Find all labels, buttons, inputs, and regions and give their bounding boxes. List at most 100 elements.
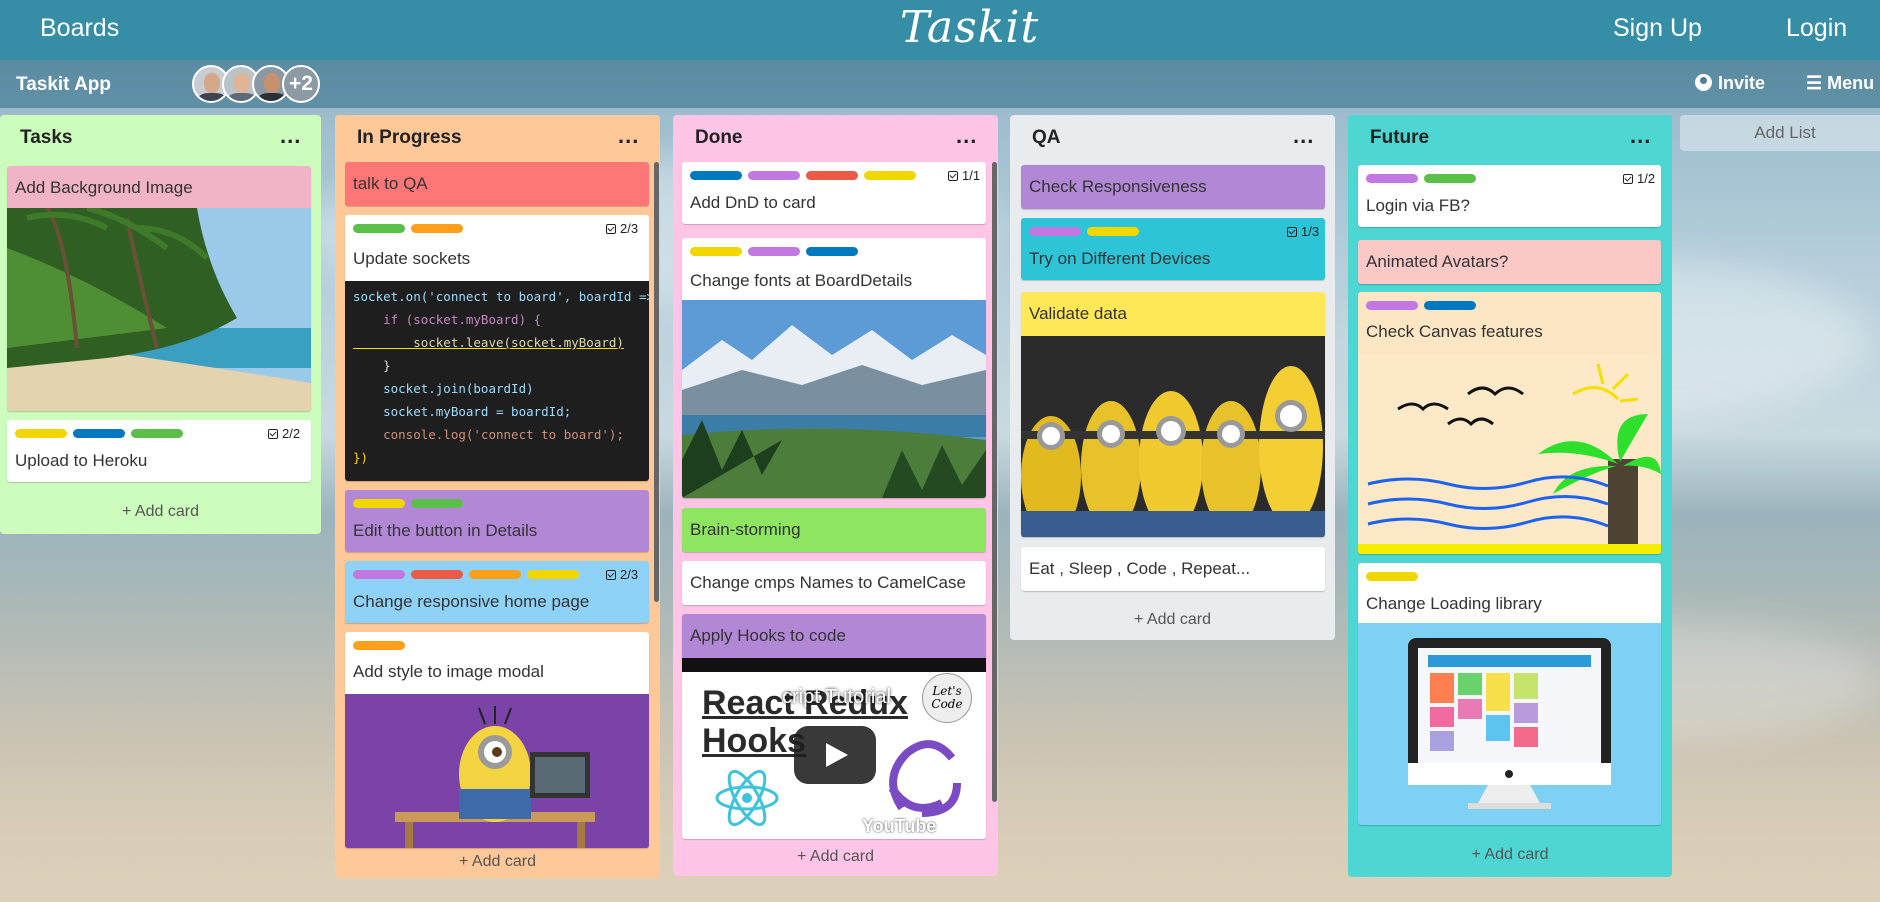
card-title: Brain-storming	[690, 520, 801, 539]
card[interactable]: 1/3 Try on Different Devices	[1021, 218, 1325, 280]
card-title: Animated Avatars?	[1366, 252, 1509, 271]
play-button[interactable]	[794, 726, 876, 784]
add-card-button[interactable]: + Add card	[673, 848, 998, 866]
label-green	[131, 429, 183, 438]
list-scrollbar[interactable]	[654, 162, 659, 602]
label-purple	[1366, 301, 1418, 310]
card[interactable]: Brain-storming	[682, 508, 986, 552]
code-line: socket.join(boardId)	[353, 381, 534, 396]
youtube-brand: YouTube	[862, 816, 937, 836]
card-title: Edit the button in Details	[353, 521, 538, 540]
card[interactable]: Change Loading library	[1358, 563, 1661, 825]
label-yellow	[690, 247, 742, 256]
menu-button[interactable]: ☰ Menu	[1806, 73, 1874, 94]
label-green	[411, 499, 463, 508]
code-line: socket.leave(socket.myBoard)	[353, 335, 624, 350]
list-menu-icon[interactable]: ...	[280, 123, 301, 149]
video-thumbnail[interactable]: React Redux Hooks cript Tutorial Let's Co…	[682, 658, 986, 839]
card[interactable]: Animated Avatars?	[1358, 240, 1661, 284]
code-line: }	[353, 358, 391, 373]
card[interactable]: 2/3 Change responsive home page	[345, 561, 649, 623]
list-menu-icon[interactable]: ...	[1293, 123, 1314, 149]
card-title: Update sockets	[353, 249, 471, 268]
video-overlay-title: cript Tutorial	[782, 686, 891, 708]
list-menu-icon[interactable]: ...	[956, 123, 977, 149]
code-screenshot: socket.on('connect to board', boardId =>…	[345, 281, 649, 481]
card[interactable]: 2/2 Upload to Heroku	[7, 420, 311, 482]
checklist-count: 2/3	[620, 567, 639, 582]
card-title: Validate data	[1029, 304, 1127, 323]
card[interactable]: Eat , Sleep , Code , Repeat...	[1021, 547, 1325, 591]
card[interactable]: Check Canvas features	[1358, 292, 1661, 554]
code-line: console.log('connect to board');	[353, 427, 624, 442]
card-title: Try on Different Devices	[1029, 249, 1211, 268]
checklist-count: 2/3	[620, 221, 639, 236]
add-card-button[interactable]: + Add card	[1348, 846, 1672, 864]
list-future[interactable]: Future ... 1/2 Login via FB? Animated Av…	[1348, 115, 1672, 877]
checklist-count: 1/1	[962, 168, 981, 183]
card[interactable]: 2/3 Update sockets socket.on('connect to…	[345, 215, 649, 481]
label-green	[353, 224, 405, 233]
card-title: talk to QA	[353, 174, 428, 193]
label-yellow	[1366, 572, 1418, 581]
label-yellow	[1087, 227, 1139, 236]
card[interactable]: Validate data	[1021, 292, 1325, 537]
play-icon	[826, 743, 848, 767]
badge-text: Let's	[932, 684, 962, 698]
invite-label: Invite	[1718, 73, 1766, 93]
minions-image	[1021, 336, 1325, 537]
card[interactable]: talk to QA	[345, 162, 649, 206]
card[interactable]: 1/1 Add DnD to card	[682, 162, 986, 224]
list-title[interactable]: Tasks	[20, 127, 72, 149]
monitor-image	[1358, 623, 1661, 825]
list-tasks[interactable]: Tasks ... Add Background Image 2/2 Uploa…	[0, 115, 321, 534]
card[interactable]: Apply Hooks to code React Redux Hooks cr…	[682, 614, 986, 839]
label-blue	[73, 429, 125, 438]
card[interactable]: Edit the button in Details	[345, 490, 649, 552]
checklist-badge: 2/2	[268, 426, 300, 441]
label-orange	[469, 570, 521, 579]
sign-up-link[interactable]: Sign Up	[1613, 14, 1702, 43]
list-title[interactable]: In Progress	[357, 127, 462, 149]
card[interactable]: Check Responsiveness	[1021, 165, 1325, 209]
user-icon	[1695, 74, 1712, 91]
list-title[interactable]: Done	[695, 127, 743, 149]
label-purple	[1366, 174, 1418, 183]
label-blue	[1424, 301, 1476, 310]
list-title[interactable]: QA	[1032, 127, 1061, 149]
add-list-button[interactable]: Add List	[1680, 115, 1880, 151]
code-line: if (socket.myBoard) {	[353, 312, 542, 327]
login-link[interactable]: Login	[1786, 14, 1847, 43]
list-menu-icon[interactable]: ...	[618, 123, 639, 149]
list-qa[interactable]: QA ... Check Responsiveness 1/3 Try on D…	[1010, 115, 1335, 640]
checklist-count: 2/2	[282, 426, 301, 441]
video-title-line: Hooks	[702, 722, 806, 760]
beach-image	[7, 208, 311, 411]
mountain-image	[682, 300, 986, 498]
list-in-progress[interactable]: In Progress ... talk to QA 2/3 Update so…	[335, 115, 660, 878]
list-scrollbar[interactable]	[992, 162, 997, 802]
label-orange	[353, 641, 405, 650]
app-logo[interactable]: Taskit	[900, 2, 1039, 53]
invite-button[interactable]: Invite	[1695, 73, 1765, 94]
add-card-button[interactable]: + Add card	[0, 503, 321, 521]
card-title: Change Loading library	[1366, 594, 1542, 613]
card[interactable]: Add Background Image	[7, 166, 311, 411]
top-navbar: Boards Taskit Sign Up Login	[0, 0, 1880, 60]
list-done[interactable]: Done ... 1/1 Add DnD to card Change font…	[673, 115, 998, 876]
card[interactable]: 1/2 Login via FB?	[1358, 165, 1661, 227]
checklist-badge: 1/1	[948, 168, 980, 183]
list-title[interactable]: Future	[1370, 127, 1429, 149]
card-title: Add Background Image	[15, 178, 193, 197]
label-purple	[353, 570, 405, 579]
card[interactable]: Change fonts at BoardDetails	[682, 238, 986, 498]
add-card-button[interactable]: + Add card	[1010, 611, 1335, 629]
card[interactable]: Change cmps Names to CamelCase	[682, 561, 986, 605]
more-members-badge[interactable]: +2	[282, 65, 320, 103]
card[interactable]: Add style to image modal	[345, 632, 649, 848]
board-title[interactable]: Taskit App	[16, 74, 111, 96]
list-menu-icon[interactable]: ...	[1630, 123, 1651, 149]
boards-link[interactable]: Boards	[40, 14, 119, 43]
label-blue	[690, 171, 742, 180]
add-card-button[interactable]: + Add card	[335, 853, 660, 871]
